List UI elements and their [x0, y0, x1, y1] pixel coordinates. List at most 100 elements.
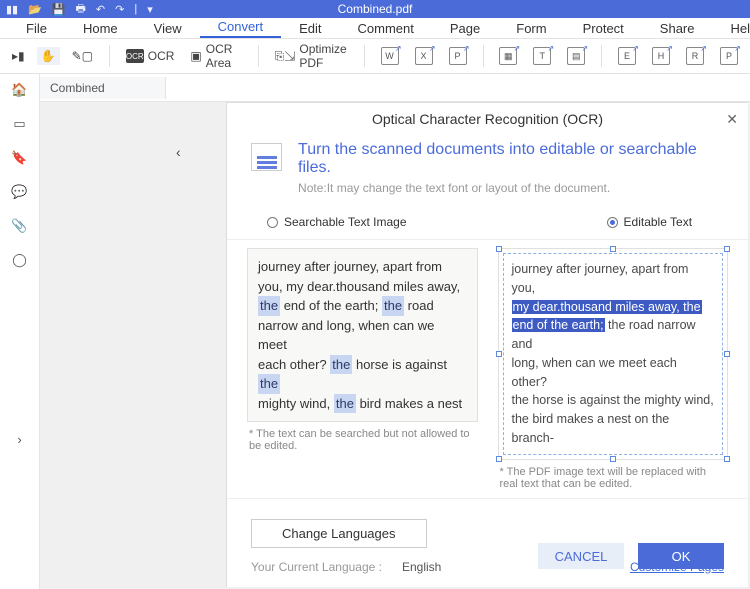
convert-excel-button[interactable]: X	[411, 45, 437, 67]
pv2-line: long, when can we meet each other?	[512, 356, 677, 389]
pdfa-icon: P	[720, 47, 738, 65]
radio-searchable[interactable]: Searchable Text Image	[267, 215, 407, 229]
convert-rtf-button[interactable]: R	[682, 45, 708, 67]
save-icon[interactable]: 💾	[52, 3, 66, 16]
toolbar: ▸▮ ✋ ✎▢ OCROCR ▣OCR Area ⎘⇲Optimize PDF …	[0, 38, 750, 74]
print-icon[interactable]: 🖶	[76, 0, 86, 19]
convert-epub-button[interactable]: E	[614, 45, 640, 67]
quickbar-separator: |	[134, 3, 137, 15]
app-logo-icon: ▮▮	[6, 3, 18, 16]
word-icon: W	[381, 47, 399, 65]
convert-text-button[interactable]: T	[529, 45, 555, 67]
optimize-label: Optimize PDF	[299, 42, 347, 70]
excel-icon: X	[415, 47, 433, 65]
hand-tool[interactable]: ✋	[37, 47, 60, 65]
close-icon[interactable]: ✕	[726, 111, 738, 128]
menu-protect[interactable]: Protect	[565, 19, 642, 38]
convert-word-button[interactable]: W	[377, 45, 403, 67]
ocr-dialog: Optical Character Recognition (OCR) ✕ Tu…	[226, 102, 748, 587]
menu-convert[interactable]: Convert	[200, 17, 282, 38]
tab-combined[interactable]: Combined	[40, 77, 166, 99]
redo-icon[interactable]: ↷	[115, 3, 124, 16]
pv2-selection: end of the earth;	[512, 318, 605, 332]
menu-comment[interactable]: Comment	[340, 19, 432, 38]
thumbnails-icon[interactable]: ▭	[10, 114, 30, 134]
change-languages-button[interactable]: Change Languages	[251, 519, 427, 548]
optimize-icon: ⎘⇲	[275, 49, 296, 64]
menu-page[interactable]: Page	[432, 19, 498, 38]
convert-other-button[interactable]: ▤	[563, 45, 589, 67]
preview-editable: journey after journey, apart from you, m…	[498, 248, 729, 490]
quickbar-dropdown-icon[interactable]: ▾	[147, 3, 153, 16]
menu-edit[interactable]: Edit	[281, 19, 339, 38]
ocr-area-button[interactable]: ▣OCR Area	[186, 40, 246, 72]
convert-pdfa-button[interactable]: P	[716, 45, 742, 67]
comments-icon[interactable]: 💬	[10, 182, 30, 202]
menu-help[interactable]: Help	[713, 19, 750, 38]
document-tabs: Combined	[40, 74, 750, 102]
menu-file[interactable]: File	[8, 19, 65, 38]
ok-button[interactable]: OK	[638, 543, 724, 569]
pv1-hl: the	[330, 355, 352, 375]
preview-searchable: journey after journey, apart from you, m…	[247, 248, 478, 490]
bookmarks-icon[interactable]: 🔖	[10, 148, 30, 168]
menubar: File Home View Convert Edit Comment Page…	[0, 18, 750, 38]
pv1-line: end of the earth;	[280, 298, 382, 313]
open-icon[interactable]: 📂	[28, 3, 42, 16]
image-icon: ▦	[499, 47, 517, 65]
rtf-icon: R	[686, 47, 704, 65]
ocr-label: OCR	[148, 49, 175, 63]
preview2-caption: * The PDF image text will be replaced wi…	[498, 466, 729, 490]
menu-view[interactable]: View	[136, 19, 200, 38]
pv1-line: bird makes a nest	[356, 396, 462, 411]
home-icon[interactable]: 🏠	[10, 80, 30, 100]
epub-icon: E	[618, 47, 636, 65]
radio-searchable-label: Searchable Text Image	[284, 215, 407, 229]
optimize-pdf-button[interactable]: ⎘⇲Optimize PDF	[271, 40, 352, 72]
pv1-line: road	[404, 298, 434, 313]
menu-share[interactable]: Share	[642, 19, 713, 38]
pv1-line: each other?	[258, 357, 330, 372]
current-language-value: English	[402, 560, 441, 574]
attachments-icon[interactable]: 📎	[10, 216, 30, 236]
pv2-line: journey after journey, apart from you,	[512, 262, 689, 295]
pv2-selection: my dear.thousand miles away, the	[512, 300, 702, 314]
text-icon: T	[533, 47, 551, 65]
select-tool[interactable]: ▸▮	[8, 47, 29, 65]
dialog-note: Note:It may change the text font or layo…	[298, 181, 720, 195]
circle-icon[interactable]: ◯	[10, 250, 30, 270]
edit-tool[interactable]: ✎▢	[68, 47, 97, 65]
ocr-button[interactable]: OCROCR	[122, 47, 179, 65]
preview1-caption: * The text can be searched but not allow…	[247, 428, 478, 452]
page-handle-icon[interactable]: ‹	[176, 144, 181, 160]
pv2-line: the horse is against the mighty wind,	[512, 393, 714, 407]
convert-html-button[interactable]: H	[648, 45, 674, 67]
radio-editable[interactable]: Editable Text	[607, 215, 693, 229]
convert-ppt-button[interactable]: P	[445, 45, 471, 67]
ppt-icon: P	[449, 47, 467, 65]
menu-form[interactable]: Form	[498, 19, 564, 38]
pv1-line: narrow and long, when can we meet	[258, 318, 434, 353]
undo-icon[interactable]: ↶	[96, 3, 105, 16]
pv1-hl: the	[382, 296, 404, 316]
radio-editable-label: Editable Text	[624, 215, 693, 229]
left-rail: 🏠 ▭ 🔖 💬 📎 ◯ ›	[0, 74, 40, 589]
window-title: Combined.pdf	[338, 2, 413, 16]
convert-image-button[interactable]: ▦	[495, 45, 521, 67]
scan-icon	[251, 143, 282, 171]
expand-pane-icon[interactable]: ›	[10, 429, 30, 449]
pv1-line: you, my dear.thousand miles away,	[258, 279, 460, 294]
pv1-hl: the	[258, 374, 280, 394]
pv1-line: mighty wind,	[258, 396, 334, 411]
pv1-hl: the	[258, 296, 280, 316]
dialog-headline: Turn the scanned documents into editable…	[298, 141, 720, 177]
current-language-label: Your Current Language :	[251, 560, 382, 574]
pv1-hl: the	[334, 394, 356, 414]
cancel-button[interactable]: CANCEL	[538, 543, 624, 569]
other-icon: ▤	[567, 47, 585, 65]
html-icon: H	[652, 47, 670, 65]
menu-home[interactable]: Home	[65, 19, 136, 38]
dialog-title: Optical Character Recognition (OCR)	[227, 103, 748, 137]
pv1-line: journey after journey, apart from	[258, 259, 442, 274]
pv2-line: the bird makes a nest on the branch-	[512, 412, 670, 445]
